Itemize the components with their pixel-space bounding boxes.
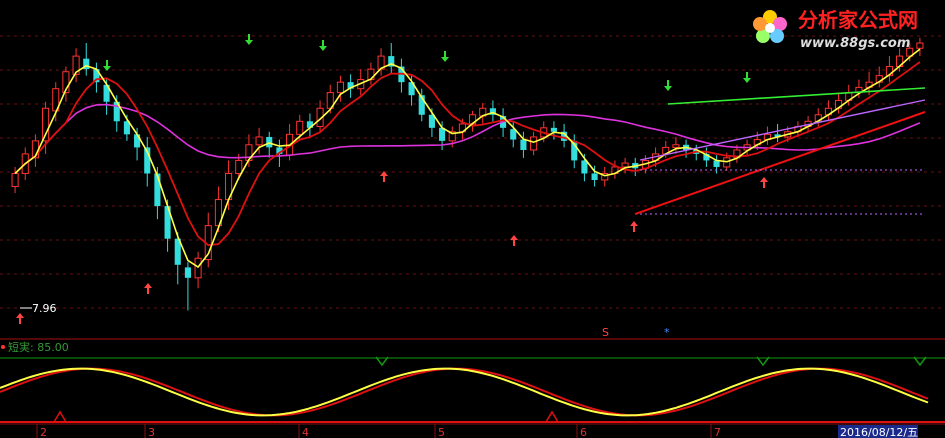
arrow-up-icon <box>630 221 638 232</box>
candle-body <box>184 267 191 278</box>
x-axis-label: 6 <box>580 426 587 438</box>
arrow-down-icon <box>664 80 672 91</box>
date-badge: 2016/08/12/五 <box>840 426 918 438</box>
moving-averages <box>14 48 921 269</box>
candle-body <box>581 160 588 174</box>
logo-title: 分析家公式网 <box>798 8 918 32</box>
signal-arrows <box>16 34 768 324</box>
trend-line-red <box>634 111 926 215</box>
osc-red-line <box>0 367 929 417</box>
marker-s: S <box>602 326 609 339</box>
ma-magenta-line <box>14 103 921 175</box>
trend-line-green <box>667 87 926 105</box>
logo-url: www.88gs.com <box>800 36 910 51</box>
candle-body <box>621 162 629 168</box>
candle-body <box>235 159 243 174</box>
x-axis-label: 2 <box>40 426 47 438</box>
marker-star: * <box>664 326 670 339</box>
candle-body <box>530 136 538 151</box>
osc-trough-marker <box>544 410 560 423</box>
indicator-dot <box>1 345 5 349</box>
ma-yellow-line <box>14 48 921 269</box>
candle-body <box>550 127 557 132</box>
x-axis-label: 3 <box>148 426 155 438</box>
trend-line-violet <box>639 99 926 161</box>
flower-icon <box>753 10 787 43</box>
arrow-down-icon <box>103 60 111 71</box>
x-axis: 2 3 4 5 6 7 <box>0 423 945 438</box>
candle-body <box>134 134 141 148</box>
candle-body <box>916 42 924 49</box>
indicator-label: 短実: 85.00 <box>8 340 69 354</box>
candle-body <box>296 120 304 135</box>
candle-body <box>194 257 202 279</box>
arrow-down-icon <box>319 40 327 51</box>
candle-body <box>672 144 680 148</box>
arrow-up-icon <box>760 177 768 188</box>
stock-chart[interactable]: 7.96 S * 短実: 85.00 2 3 4 5 6 7 分析家公式网 www.88g… <box>0 0 945 438</box>
candle-body <box>591 173 598 180</box>
low-price-annotation: 7.96 <box>20 302 57 315</box>
arrow-up-icon <box>16 313 24 324</box>
low-price-label: 7.96 <box>32 302 57 315</box>
candle-body <box>336 81 344 94</box>
x-axis-label: 5 <box>438 426 445 438</box>
logo: 分析家公式网 www.88gs.com <box>753 8 918 51</box>
arrow-up-icon <box>380 171 388 182</box>
indicator-panel: 短実: 85.00 <box>0 340 945 423</box>
x-axis-label: 4 <box>302 426 309 438</box>
arrow-down-icon <box>743 72 751 83</box>
candle-body <box>154 173 161 207</box>
grid-lines <box>0 35 945 309</box>
candle-body <box>520 139 527 150</box>
x-axis-label: 7 <box>714 426 721 438</box>
candle-body <box>11 172 19 188</box>
candle-body <box>255 136 263 146</box>
arrow-up-icon <box>144 283 152 294</box>
trend-lines <box>634 87 926 215</box>
arrow-down-icon <box>441 51 449 62</box>
osc-trough-marker <box>52 410 68 423</box>
candle-body <box>266 136 273 148</box>
candles <box>11 37 924 311</box>
ma-red-line <box>14 61 921 247</box>
